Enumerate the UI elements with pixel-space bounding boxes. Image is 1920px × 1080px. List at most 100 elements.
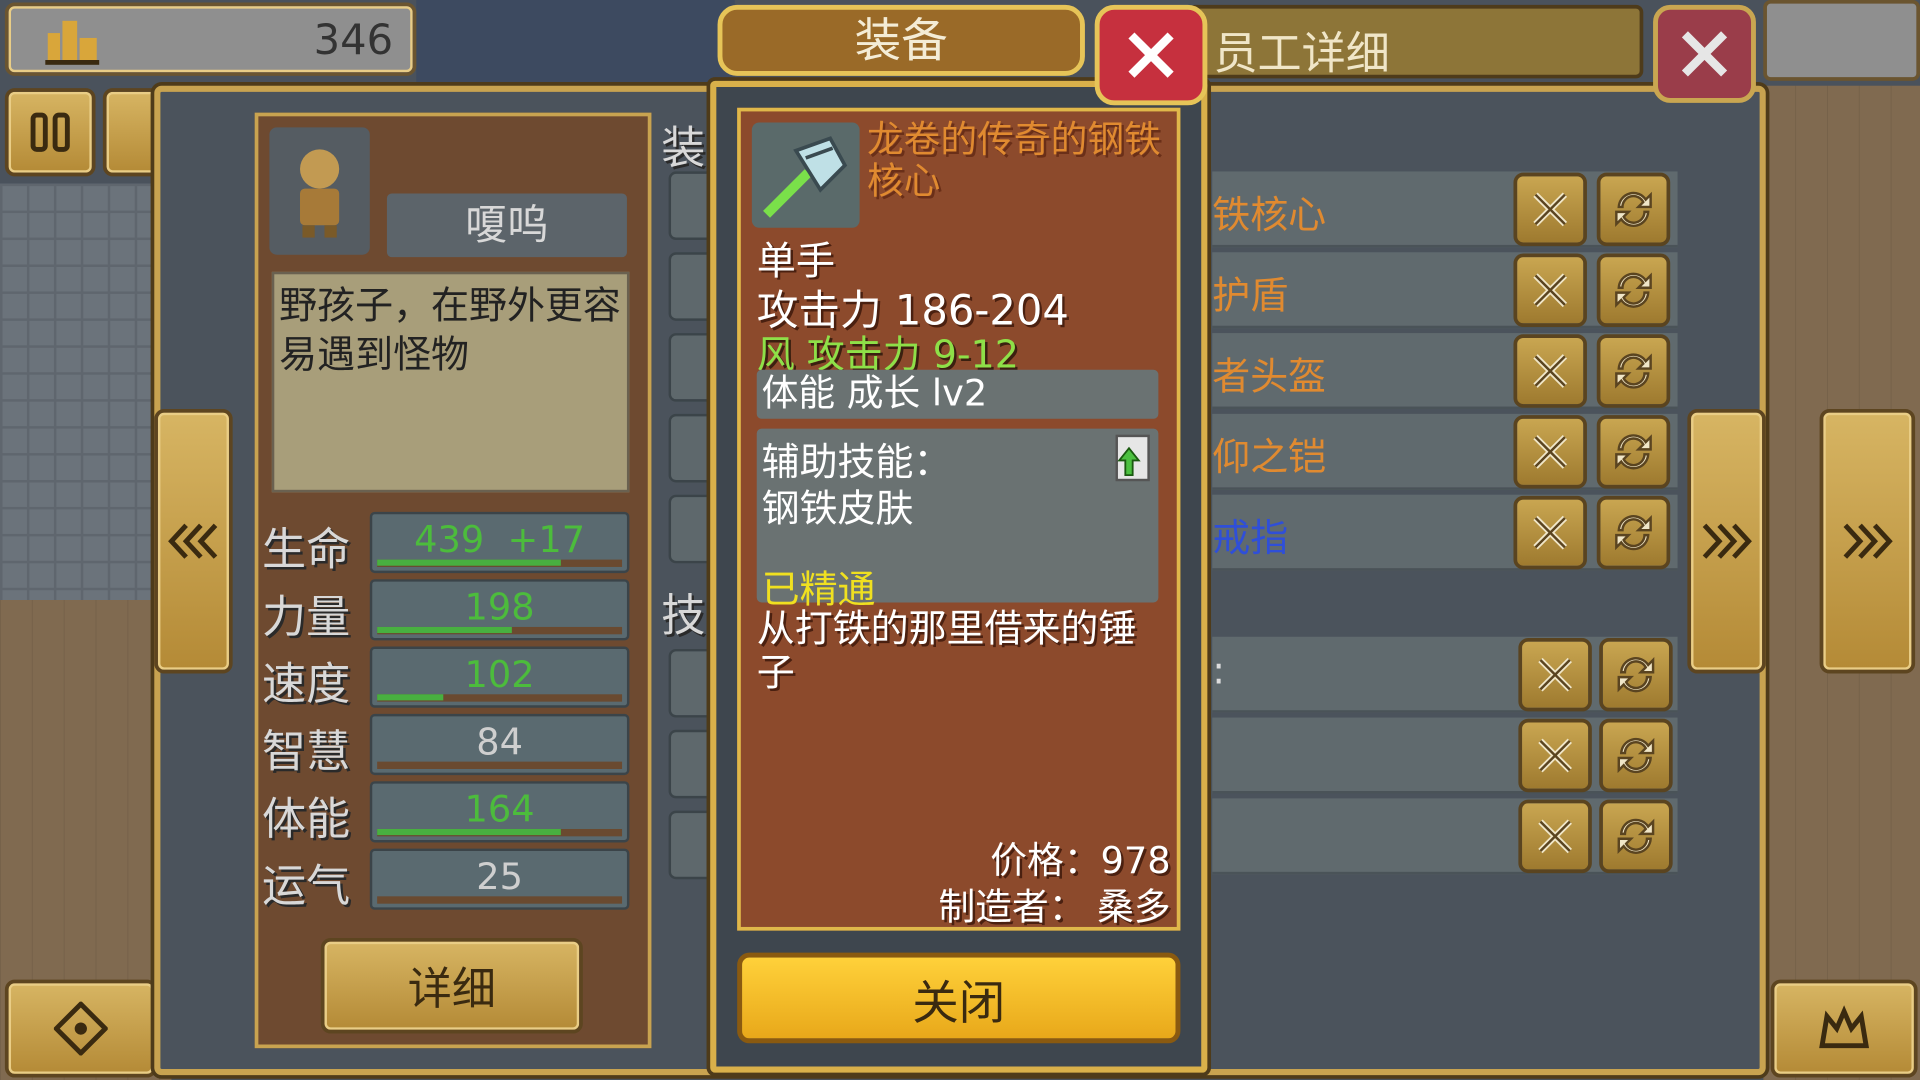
unequip-button[interactable]	[1513, 172, 1587, 247]
stat-box: 84	[369, 713, 630, 776]
character-description: 野孩子，在野外更容易遇到怪物	[271, 271, 630, 493]
swap-button[interactable]	[1596, 334, 1671, 408]
unequip-icon	[1533, 192, 1568, 227]
dpad-button[interactable]	[4, 979, 157, 1078]
next-page-button[interactable]	[1687, 408, 1766, 674]
stat-row: 运气 25	[262, 846, 642, 912]
swap-button[interactable]	[1596, 495, 1671, 570]
night-sky	[416, 0, 735, 86]
stone-floor	[0, 183, 172, 601]
equipment-row[interactable]: 者头盔	[1212, 333, 1678, 409]
top-right-bar	[1763, 0, 1920, 81]
equipment-row[interactable]: 护盾	[1212, 252, 1678, 329]
swap-icon	[1617, 818, 1655, 854]
item-mastered: 已精通	[761, 568, 876, 613]
unequip-icon	[1538, 738, 1572, 773]
stat-bar-track	[377, 694, 623, 702]
game-screen: 346 员工详细 嗄呜 野孩子，在野外更容易遇到怪物 生命 439 +17 力量…	[0, 0, 1920, 1080]
hammer-icon	[763, 136, 848, 218]
dialog-title-bar: 装备	[717, 4, 1085, 76]
stat-row: 体能 164	[262, 779, 642, 845]
stat-row: 生命 439 +17	[262, 509, 642, 576]
unequip-button[interactable]	[1513, 495, 1587, 570]
swap-button[interactable]	[1599, 799, 1673, 874]
unequip-button[interactable]	[1518, 718, 1592, 793]
equipment-row[interactable]: 仰之铠	[1212, 413, 1678, 490]
crown-icon	[1819, 1005, 1870, 1049]
swap-icon	[1617, 737, 1655, 774]
equipment-name: 护盾	[1212, 274, 1289, 319]
stat-label: 速度	[262, 660, 351, 711]
unequip-icon	[1533, 354, 1568, 388]
dpad-icon	[53, 1001, 108, 1056]
stat-label: 智慧	[262, 727, 351, 778]
dialog-close-x-button[interactable]	[1094, 4, 1208, 106]
swap-button[interactable]	[1599, 637, 1673, 712]
prev-page-button[interactable]	[154, 408, 233, 674]
item-maker: 制造者： 桑多	[938, 886, 1171, 930]
stat-label: 体能	[262, 794, 351, 845]
score-bar: 346	[4, 2, 417, 76]
next-employee-button[interactable]	[1819, 408, 1916, 674]
swap-button[interactable]	[1596, 253, 1671, 327]
unequip-button[interactable]	[1518, 799, 1592, 874]
swap-button[interactable]	[1599, 718, 1673, 793]
crown-button[interactable]	[1770, 979, 1918, 1078]
score-value: 346	[313, 15, 394, 65]
unequip-button[interactable]	[1513, 253, 1587, 327]
stat-bar-fill	[377, 828, 561, 836]
equipment-name: 仰之铠	[1212, 435, 1327, 481]
item-flavor-text: 从打铁的那里借来的锤子	[756, 607, 1137, 696]
stat-row: 力量 198	[262, 577, 642, 643]
close-button-label: 关闭	[912, 975, 1006, 1030]
close-button[interactable]: 关闭	[737, 952, 1181, 1044]
item-growth-box: 体能 成长 lv2	[756, 369, 1159, 419]
stat-label: 生命	[262, 525, 351, 576]
unequip-button[interactable]	[1518, 637, 1592, 712]
employee-title-bar: 员工详细	[1187, 4, 1644, 80]
pause-button[interactable]	[4, 88, 96, 177]
stat-bar-track	[377, 761, 623, 769]
swap-button[interactable]	[1596, 172, 1671, 247]
detail-label: 详细	[407, 964, 496, 1016]
skill-row[interactable]	[1212, 717, 1678, 794]
skill-row[interactable]: :	[1212, 636, 1678, 713]
left-arrow-icon	[168, 523, 218, 559]
swap-button[interactable]	[1596, 415, 1671, 489]
stat-box: 198	[369, 579, 630, 641]
avatar	[269, 127, 370, 255]
stat-bar-fill	[377, 694, 444, 701]
unequip-button[interactable]	[1513, 415, 1587, 489]
equipment-name: 铁核心	[1212, 193, 1327, 238]
building-icon	[43, 16, 102, 70]
equip-section-label: 装	[661, 123, 706, 174]
unequip-icon	[1538, 819, 1572, 854]
unequip-icon	[1533, 434, 1568, 469]
item-icon-box	[751, 122, 860, 228]
stat-row: 智慧 84	[262, 711, 642, 778]
close-icon	[1681, 31, 1728, 77]
stat-box: 25	[369, 848, 630, 910]
skill-row[interactable]	[1212, 798, 1678, 875]
employee-title: 员工详细	[1213, 29, 1390, 80]
stat-bar-track	[377, 626, 623, 635]
stat-row: 速度 102	[262, 644, 642, 710]
swap-icon	[1617, 657, 1655, 693]
employee-close-button[interactable]	[1653, 4, 1756, 103]
stat-label: 力量	[262, 592, 351, 643]
swap-icon	[1615, 434, 1652, 470]
stat-box: 439 +17	[369, 511, 630, 574]
stat-bar-track	[377, 896, 623, 904]
unequip-icon	[1538, 657, 1572, 692]
stat-label: 运气	[262, 862, 351, 913]
unequip-icon	[1533, 515, 1568, 550]
equipment-row[interactable]: 戒指	[1212, 494, 1678, 571]
equipment-name: 戒指	[1212, 516, 1289, 561]
stat-bar-track	[377, 559, 623, 567]
equipment-row[interactable]: 铁核心	[1212, 171, 1678, 248]
detail-button[interactable]: 详细	[320, 937, 583, 1034]
item-skill-name: 钢铁皮肤	[761, 487, 914, 532]
right-arrow-icon	[1843, 523, 1893, 559]
character-name-box: 嗄呜	[386, 193, 627, 258]
unequip-button[interactable]	[1513, 334, 1587, 408]
